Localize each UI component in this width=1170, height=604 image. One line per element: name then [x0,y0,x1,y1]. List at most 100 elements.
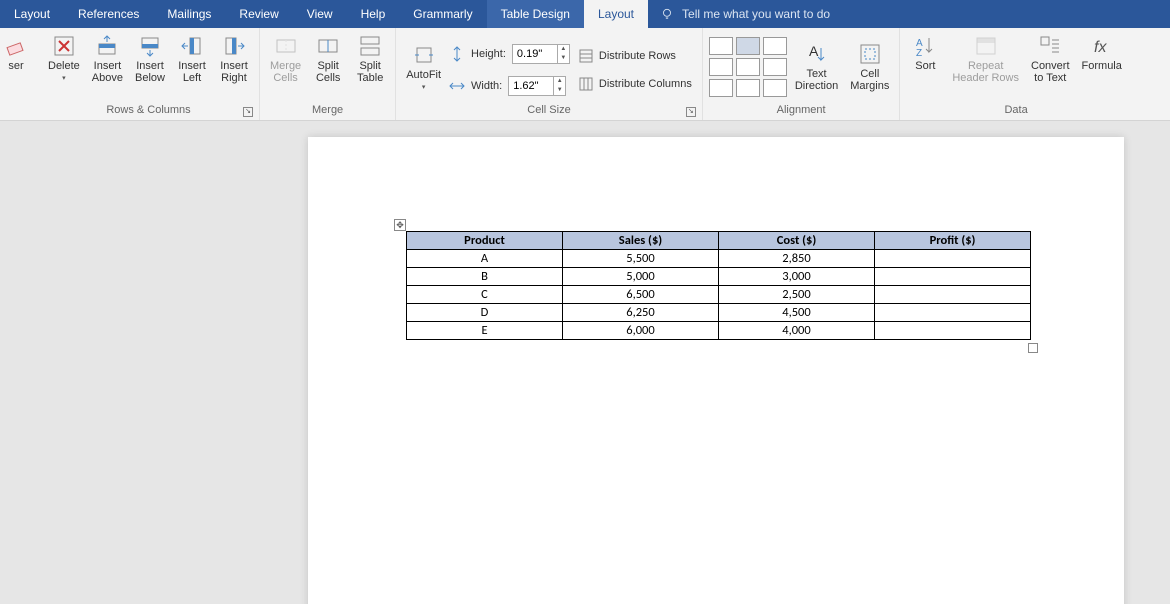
width-input[interactable]: ▲▼ [508,76,566,96]
distribute-columns-button[interactable]: Distribute Columns [574,73,696,95]
tab-references[interactable]: References [64,0,153,28]
spin-up-icon[interactable]: ▲ [553,77,565,86]
dialog-launcher-icon[interactable]: ↘ [243,107,253,117]
repeat-header-icon [974,34,998,58]
autofit-button[interactable]: AutoFit ▾ [402,41,445,93]
table-cell[interactable]: 4,000 [719,322,875,340]
table-cell[interactable]: 2,500 [719,286,875,304]
width-label: Width: [471,80,502,92]
delete-icon [52,34,76,58]
align-middle-left[interactable] [709,58,733,76]
merge-cells-icon [274,34,298,58]
table-row[interactable]: D6,2504,500 [407,304,1031,322]
table-header[interactable]: Product [407,232,563,250]
formula-button[interactable]: fx Formula [1078,32,1126,74]
table-cell[interactable] [875,250,1031,268]
tab-view[interactable]: View [293,0,347,28]
cell-margins-icon [858,42,882,66]
distribute-rows-button[interactable]: Distribute Rows [574,45,696,67]
document-page[interactable]: ✥ ProductSales ($)Cost ($)Profit ($) A5,… [308,137,1124,604]
align-middle-center[interactable] [736,58,760,76]
group-label-cell-size: Cell Size [527,104,570,116]
split-table-icon [358,34,382,58]
table-cell[interactable] [875,304,1031,322]
eraser-button[interactable]: ser [0,32,32,74]
distribute-rows-icon [578,48,594,64]
dialog-launcher-icon[interactable]: ↘ [686,107,696,117]
table-row[interactable]: B5,0003,000 [407,268,1031,286]
ribbon: ser Delete ▾ Insert Above Insert Below I… [0,28,1170,121]
split-table-button[interactable]: Split Table [351,32,389,86]
tab-review[interactable]: Review [225,0,292,28]
tab-layout-page[interactable]: Layout [0,0,64,28]
document-table[interactable]: ProductSales ($)Cost ($)Profit ($) A5,50… [406,231,1031,340]
table-cell[interactable]: 2,850 [719,250,875,268]
insert-above-icon [95,34,119,58]
table-row[interactable]: C6,5002,500 [407,286,1031,304]
tab-grammarly[interactable]: Grammarly [399,0,486,28]
split-cells-button[interactable]: Split Cells [309,32,347,86]
tell-me-search[interactable] [648,0,914,28]
table-cell[interactable] [875,286,1031,304]
spin-up-icon[interactable]: ▲ [557,45,569,54]
spin-down-icon[interactable]: ▼ [553,86,565,95]
table-cell[interactable]: E [407,322,563,340]
tab-table-design[interactable]: Table Design [487,0,584,28]
width-icon [449,78,465,94]
height-icon [449,46,465,62]
lightbulb-icon [660,7,674,21]
table-cell[interactable] [875,322,1031,340]
align-bottom-center[interactable] [736,79,760,97]
cell-margins-button[interactable]: Cell Margins [846,40,893,94]
table-cell[interactable]: B [407,268,563,286]
ribbon-tabs: Layout References Mailings Review View H… [0,0,1170,28]
tab-mailings[interactable]: Mailings [153,0,225,28]
width-field[interactable] [509,80,553,92]
svg-text:fx: fx [1094,39,1107,56]
table-cell[interactable]: 5,000 [563,268,719,286]
table-cell[interactable]: 6,000 [563,322,719,340]
svg-text:A: A [809,43,819,59]
svg-text:Z: Z [916,48,922,58]
table-header[interactable]: Cost ($) [719,232,875,250]
insert-right-button[interactable]: Insert Right [215,32,253,86]
table-header[interactable]: Sales ($) [563,232,719,250]
tab-help[interactable]: Help [347,0,400,28]
table-cell[interactable]: 4,500 [719,304,875,322]
table-cell[interactable]: A [407,250,563,268]
table-cell[interactable]: C [407,286,563,304]
align-top-center[interactable] [736,37,760,55]
group-label-alignment: Alignment [709,102,894,120]
text-direction-button[interactable]: A Text Direction [791,40,842,94]
table-cell[interactable]: 6,250 [563,304,719,322]
tell-me-input[interactable] [682,7,902,21]
insert-below-button[interactable]: Insert Below [131,32,169,86]
delete-button[interactable]: Delete ▾ [44,32,84,84]
sort-button[interactable]: AZ Sort [906,32,944,74]
tab-table-layout[interactable]: Layout [584,0,648,28]
table-header[interactable]: Profit ($) [875,232,1031,250]
insert-left-button[interactable]: Insert Left [173,32,211,86]
align-bottom-right[interactable] [763,79,787,97]
table-row[interactable]: A5,5002,850 [407,250,1031,268]
table-resize-handle[interactable] [1028,343,1038,353]
align-top-right[interactable] [763,37,787,55]
spin-down-icon[interactable]: ▼ [557,54,569,63]
table-row[interactable]: E6,0004,000 [407,322,1031,340]
align-bottom-left[interactable] [709,79,733,97]
insert-left-icon [180,34,204,58]
insert-above-button[interactable]: Insert Above [88,32,127,86]
table-cell[interactable] [875,268,1031,286]
table-cell[interactable]: 6,500 [563,286,719,304]
height-input[interactable]: ▲▼ [512,44,570,64]
height-field[interactable] [513,48,557,60]
table-cell[interactable]: 5,500 [563,250,719,268]
insert-right-icon [222,34,246,58]
table-move-handle[interactable]: ✥ [394,219,406,231]
split-cells-icon [316,34,340,58]
table-cell[interactable]: D [407,304,563,322]
table-cell[interactable]: 3,000 [719,268,875,286]
align-top-left[interactable] [709,37,733,55]
convert-to-text-button[interactable]: Convert to Text [1027,32,1074,86]
align-middle-right[interactable] [763,58,787,76]
